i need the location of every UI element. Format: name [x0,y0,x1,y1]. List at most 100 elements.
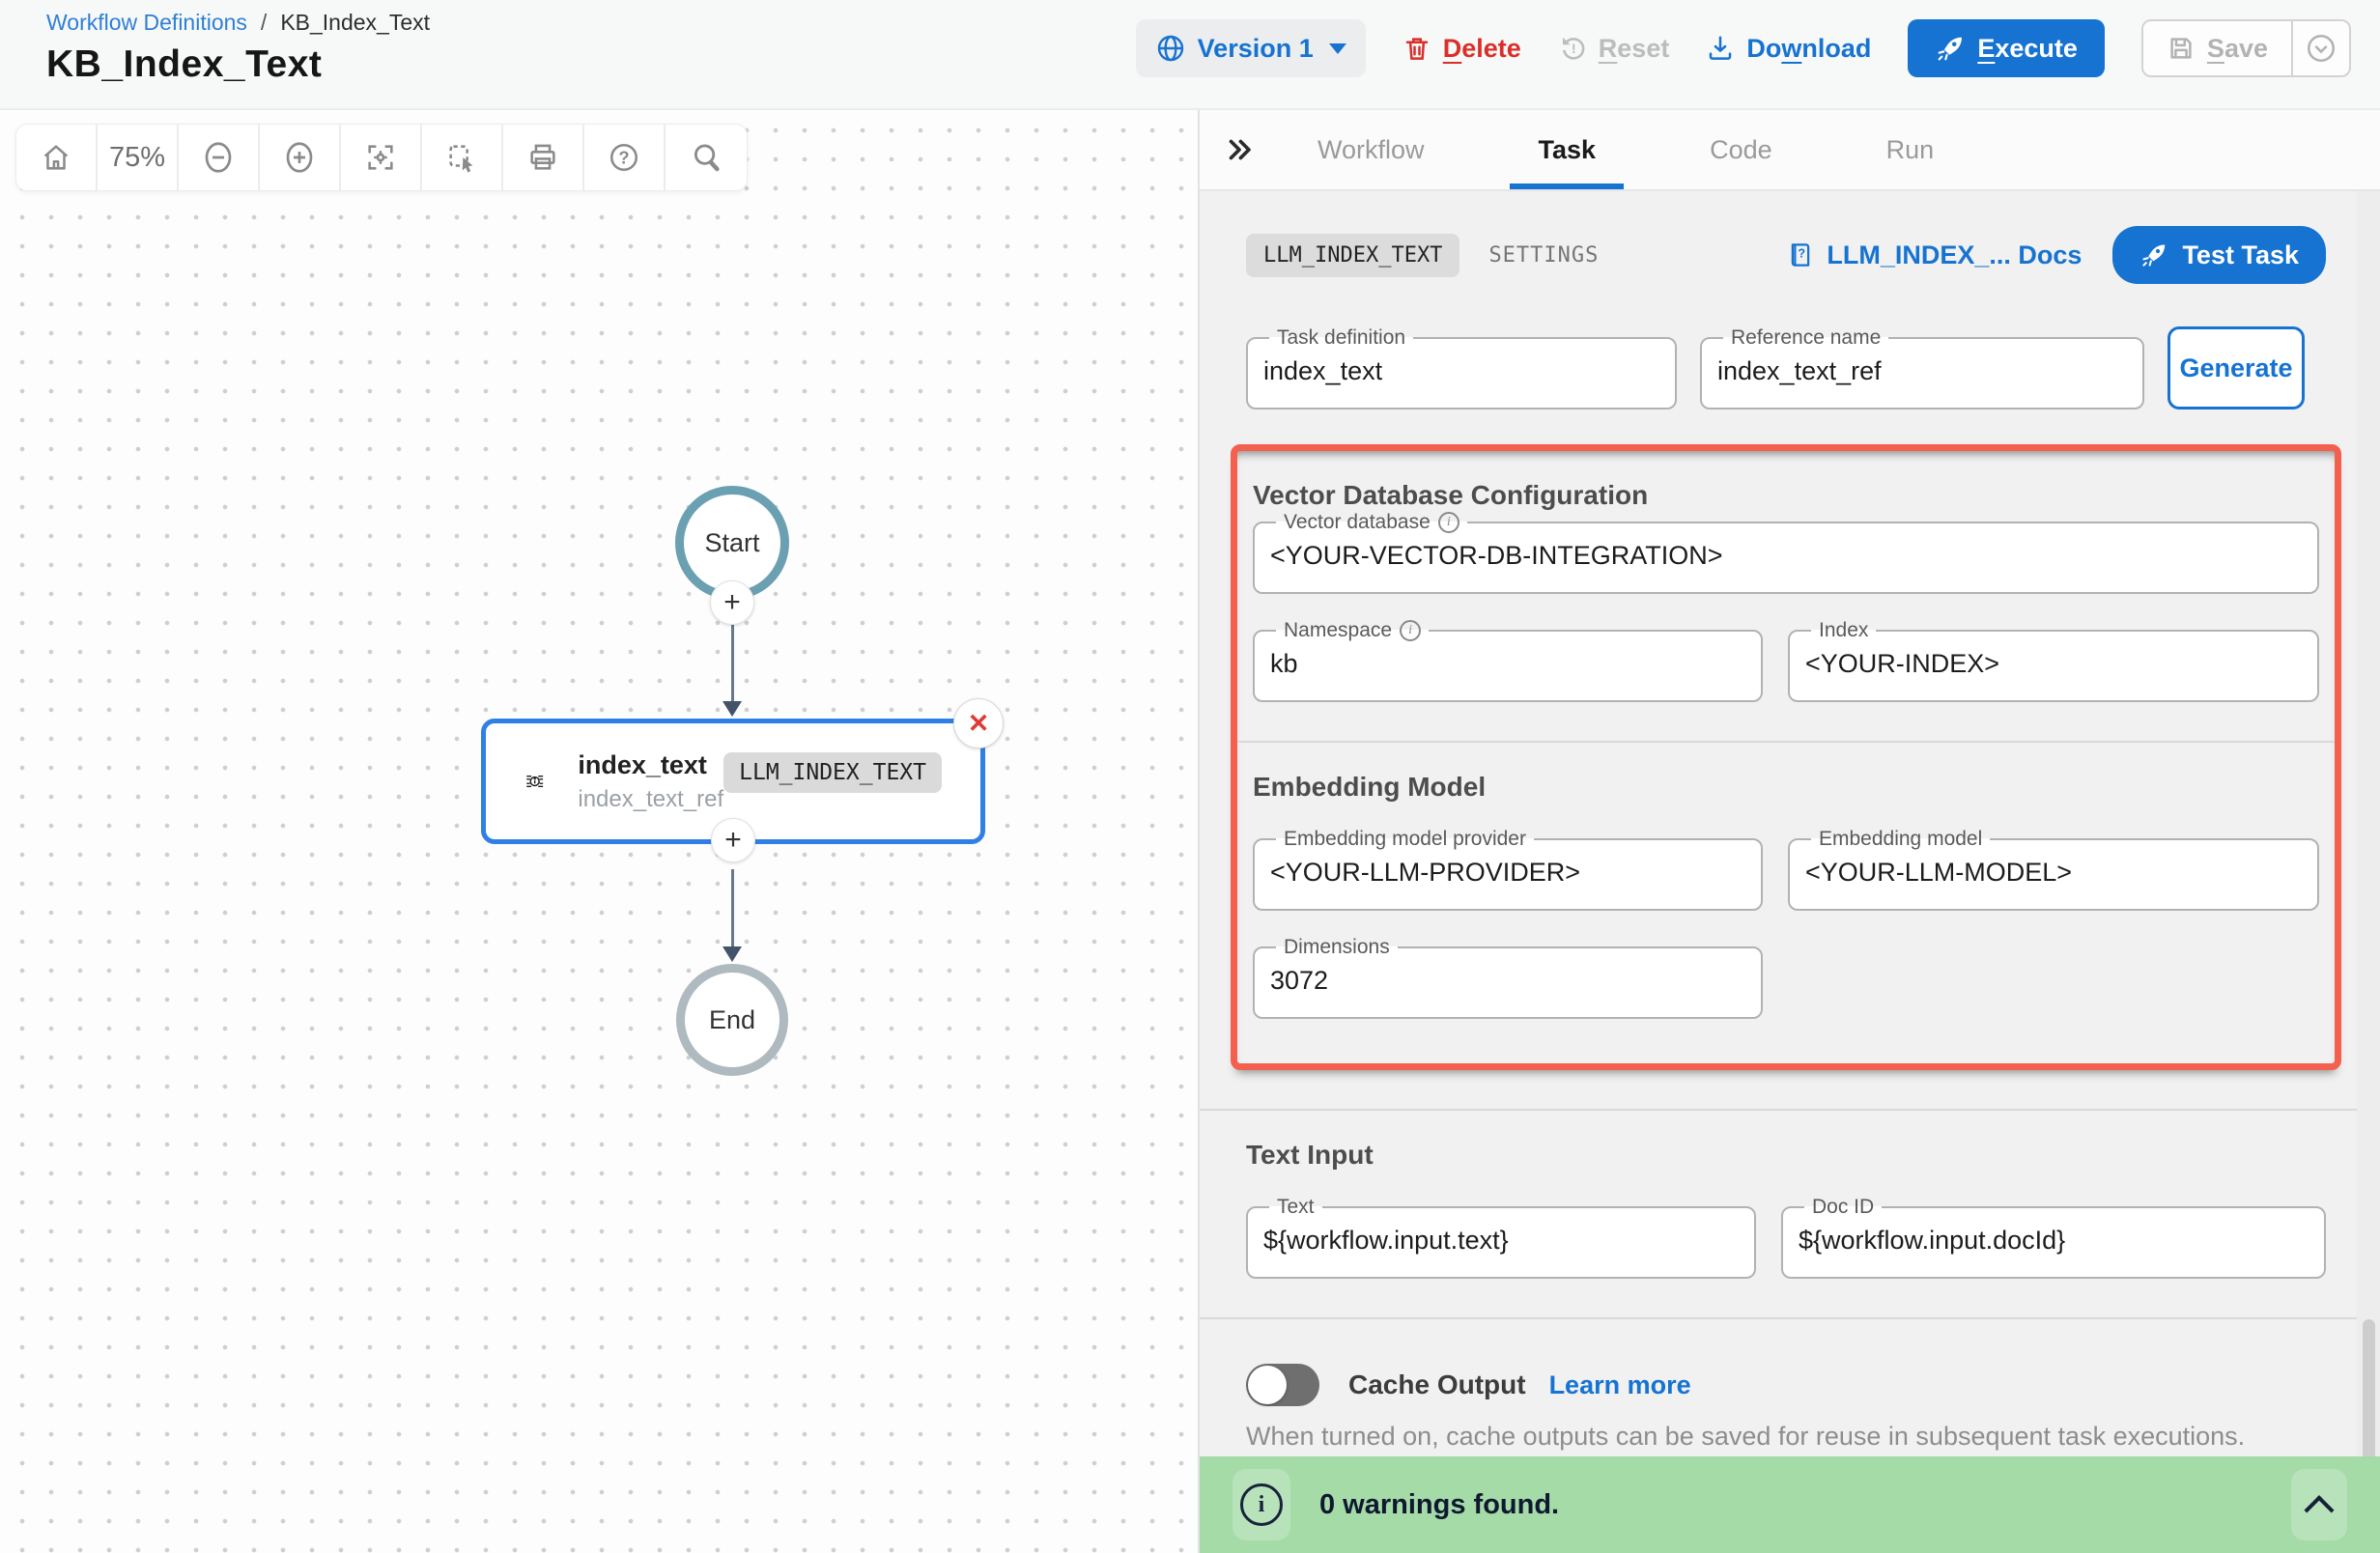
namespace-value[interactable]: kb [1270,642,1745,685]
cache-output-label: Cache Output [1348,1369,1526,1400]
text-field[interactable]: Text ${workflow.input.text} [1246,1196,1756,1279]
help-button[interactable]: ? [584,125,666,190]
warnings-message: 0 warnings found. [1319,1489,1559,1521]
reference-name-value[interactable]: index_text_ref [1717,350,2127,392]
search-button[interactable] [666,125,747,190]
execute-button[interactable]: Execute [1908,19,2105,77]
task-definition-value[interactable]: index_text [1263,350,1659,392]
cache-output-toggle[interactable] [1246,1364,1319,1406]
reference-name-field[interactable]: Reference name index_text_ref [1700,326,2144,409]
test-task-label: Test Task [2182,240,2299,270]
cache-output-learn-more-link[interactable]: Learn more [1549,1370,1691,1400]
task-docs-link[interactable]: ? LLM_INDEX_... Docs [1786,240,2082,270]
settings-tab[interactable]: SETTINGS [1488,243,1599,268]
text-value[interactable]: ${workflow.input.text} [1263,1219,1739,1261]
breadcrumb-separator: / [261,10,267,36]
save-more-button[interactable] [2293,21,2349,75]
task-definition-field[interactable]: Task definition index_text [1246,326,1677,409]
edge-start-to-task [731,625,734,706]
svg-text:?: ? [1799,247,1806,261]
book-icon: ? [1786,240,1815,269]
save-split-button: Save [2141,19,2351,77]
end-node[interactable]: End [676,964,788,1076]
header-left: Workflow Definitions / KB_Index_Text KB_… [46,10,430,108]
doc-id-field[interactable]: Doc ID ${workflow.input.docId} [1781,1196,2326,1279]
namespace-index-row: Namespace i kb Index <YOUR-INDEX> [1253,619,2319,702]
cache-output-description: When turned on, cache outputs can be sav… [1246,1422,2326,1452]
zoom-out-button[interactable] [179,125,260,190]
tab-workflow[interactable]: Workflow [1318,110,1425,189]
zoom-in-button[interactable] [260,125,341,190]
task-type-chip[interactable]: LLM_INDEX_TEXT [1246,234,1459,277]
section-divider [1200,1317,2380,1319]
zoom-out-icon [201,140,236,175]
delete-task-node-button[interactable]: ✕ [953,698,1004,748]
vector-database-value[interactable]: <YOUR-VECTOR-DB-INTEGRATION> [1270,534,2302,577]
task-node-ref: index_text_ref [578,786,723,813]
task-node-type-badge: LLM_INDEX_TEXT [723,752,942,793]
start-node-label: Start [704,528,759,558]
definition-fields-row: Task definition index_text Reference nam… [1246,326,2326,409]
version-label: Version 1 [1198,34,1314,64]
info-icon: i [1400,620,1421,641]
embedding-model-field[interactable]: Embedding model <YOUR-LLM-MODEL> [1788,828,2319,911]
tab-code[interactable]: Code [1710,110,1772,189]
end-node-label: End [709,1005,755,1035]
edge-task-to-end [731,869,734,948]
canvas-toolbar: 75% [15,124,748,191]
close-icon: ✕ [968,709,990,739]
zoom-level[interactable]: 75% [98,125,179,190]
reset-button[interactable]: ! Reset [1558,19,1670,77]
embedding-provider-field[interactable]: Embedding model provider <YOUR-LLM-PROVI… [1253,828,1763,911]
vector-db-section-title: Vector Database Configuration [1253,480,2319,511]
fit-view-button[interactable] [341,125,422,190]
edge-end-arrowhead-icon [722,946,742,962]
print-button[interactable] [503,125,584,190]
page-title: KB_Index_Text [46,43,430,86]
task-header-row: LLM_INDEX_TEXT SETTINGS ? LLM_INDEX_... … [1246,226,2326,284]
select-mode-button[interactable] [422,125,503,190]
collapse-status-bar-button[interactable] [2291,1469,2347,1540]
vector-database-field[interactable]: Vector database i <YOUR-VECTOR-DB-INTEGR… [1253,511,2319,594]
dimensions-value[interactable]: 3072 [1270,959,1745,1002]
info-icon: i [1240,1483,1283,1526]
svg-text:?: ? [618,147,629,167]
globe-icon [1155,33,1186,64]
save-icon [2167,34,2196,63]
doc-id-value[interactable]: ${workflow.input.docId} [1799,1219,2309,1261]
namespace-field[interactable]: Namespace i kb [1253,619,1763,702]
help-icon: ? [608,141,640,174]
app-header: Workflow Definitions / KB_Index_Text KB_… [0,0,2380,108]
test-task-button[interactable]: Test Task [2112,226,2326,284]
collapse-panel-icon[interactable] [1223,133,1256,166]
tab-run[interactable]: Run [1886,110,1935,189]
delete-label: Delete [1443,34,1521,64]
add-task-after-task-button[interactable]: + [711,818,755,862]
workflow-canvas[interactable]: 75% [0,110,1198,1553]
scrollbar-thumb[interactable] [2363,1319,2375,1464]
execute-label: Execute [1977,34,2078,64]
index-field[interactable]: Index <YOUR-INDEX> [1788,619,2319,702]
circle-chevron-down-icon [2305,32,2338,65]
main-area: 75% [0,108,2380,1553]
task-node-texts: index_text index_text_ref [578,750,723,813]
embedding-model-value[interactable]: <YOUR-LLM-MODEL> [1805,851,2302,893]
embedding-model-label: Embedding model [1819,828,1982,851]
generate-button[interactable]: Generate [2168,326,2305,409]
embedding-provider-value[interactable]: <YOUR-LLM-PROVIDER> [1270,851,1745,893]
dimensions-field[interactable]: Dimensions 3072 [1253,936,1763,1019]
index-value[interactable]: <YOUR-INDEX> [1805,642,2302,685]
tab-task[interactable]: Task [1539,110,1597,189]
task-node-index-text[interactable]: index_text index_text_ref LLM_INDEX_TEXT… [481,719,985,844]
home-button[interactable] [16,125,98,190]
delete-button[interactable]: Delete [1402,19,1521,77]
panel-scrollbar[interactable] [2357,191,2380,1456]
version-selector[interactable]: Version 1 [1136,19,1366,77]
save-button[interactable]: Save [2143,21,2291,75]
reset-icon: ! [1558,34,1587,63]
add-task-after-start-button[interactable]: + [710,580,754,625]
section-divider [1200,1109,2380,1111]
status-info-tile: i [1232,1469,1290,1540]
breadcrumb-workflow-definitions[interactable]: Workflow Definitions [46,10,247,36]
download-button[interactable]: Download [1706,19,1871,77]
